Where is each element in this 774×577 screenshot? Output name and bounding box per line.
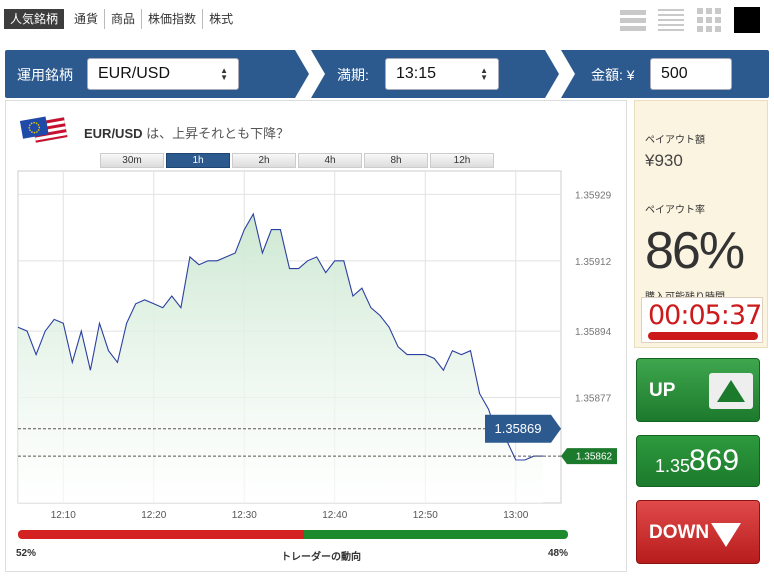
y-tick-label: 1.35929: [575, 190, 612, 201]
amount-label: 金額: ¥: [591, 67, 635, 83]
y-tick-label: 1.35877: [575, 394, 612, 405]
expiry-label: 満期:: [337, 67, 369, 83]
timeframe-8h[interactable]: 8h: [364, 153, 428, 168]
x-tick-label: 12:40: [322, 510, 347, 521]
sentiment-right-pct: 48%: [548, 548, 569, 559]
up-arrow-icon: [717, 380, 745, 402]
sentiment-label: トレーダーの動向: [281, 552, 361, 563]
compact-list-view-icon-glyph: [658, 9, 684, 31]
question-pair: EUR/USD: [84, 126, 143, 141]
up-button[interactable]: UP: [636, 358, 760, 422]
top-nav: 人気銘柄 通貨 商品 株価指数 株式: [0, 0, 774, 44]
down-button-label: DOWN: [649, 522, 710, 543]
wide-list-view-icon[interactable]: [620, 7, 646, 33]
tab-commodities[interactable]: 商品: [105, 9, 143, 29]
trade-toolbar: 運用銘柄 EUR/USD ▲ ▼ 満期: 13:15 ▲ ▼ 金額: ¥ 500: [5, 50, 769, 98]
y-tick-label: 1.35912: [575, 257, 612, 268]
payout-panel: ペイアウト額 ¥930 ペイアウト率 86% 購入可能残り時間 00:05:37: [634, 100, 768, 348]
y-tick-label: 1.35894: [575, 327, 612, 338]
chevron-right-icon: [295, 50, 325, 98]
x-tick-label: 12:20: [141, 510, 166, 521]
trader-sentiment-bar: [18, 530, 568, 539]
last-price-label: 1.35862: [576, 452, 613, 463]
expiry-select-value: 13:15: [396, 65, 437, 82]
compact-list-view-icon[interactable]: [658, 7, 684, 33]
up-arrow-box: [709, 373, 753, 409]
down-arrow-icon: [711, 523, 741, 547]
countdown-box: 00:05:37: [641, 297, 763, 343]
grid-view-icon-glyph: [697, 8, 721, 32]
select-arrows-icon: ▲ ▼: [220, 66, 228, 82]
x-tick-label: 12:10: [51, 510, 76, 521]
amount-input-value: 500: [661, 65, 688, 82]
direction-question: EUR/USD は、上昇それとも下降？: [84, 123, 289, 142]
tab-stocks[interactable]: 株式: [203, 9, 239, 29]
asset-select[interactable]: EUR/USD ▲ ▼: [87, 58, 239, 90]
down-arrow-box: [705, 515, 749, 551]
asset-label: 運用銘柄: [17, 67, 73, 83]
tab-popular[interactable]: 人気銘柄: [4, 9, 65, 29]
x-tick-label: 12:30: [232, 510, 257, 521]
grid-view-icon[interactable]: [696, 7, 722, 33]
price-prefix: 1.35: [655, 456, 691, 476]
sentiment-down-fill: [18, 530, 304, 539]
countdown-bar: [648, 332, 758, 340]
select-arrows-icon: ▲ ▼: [480, 66, 488, 82]
eu-us-flag-icon: [19, 116, 68, 143]
timeframe-30m[interactable]: 30m: [100, 153, 164, 168]
timeframe-2h[interactable]: 2h: [232, 153, 296, 168]
countdown-timer: 00:05:37: [648, 300, 762, 331]
payout-rate-label: ペイアウト率: [645, 205, 705, 216]
category-tabs: 人気銘柄 通貨 商品 株価指数 株式: [4, 9, 239, 29]
chart-panel: EUR/USD は、上昇それとも下降？ 30m 1h 2h 4h 8h 12h …: [5, 100, 627, 572]
question-text: は、上昇それとも下降？: [146, 126, 290, 141]
single-view-icon[interactable]: [734, 7, 760, 33]
payout-rate-value: 86%: [645, 222, 745, 280]
x-tick-label: 13:00: [503, 510, 528, 521]
wide-list-view-icon-glyph: [620, 10, 646, 31]
tab-indices[interactable]: 株価指数: [142, 9, 204, 29]
timeframe-buttons: 30m 1h 2h 4h 8h 12h: [100, 153, 496, 168]
chevron-right-icon: [545, 50, 575, 98]
payout-amount-label: ペイアウト額: [645, 135, 705, 146]
view-switcher: [620, 7, 760, 33]
timeframe-12h[interactable]: 12h: [430, 153, 494, 168]
down-button[interactable]: DOWN: [636, 500, 760, 564]
timeframe-1h[interactable]: 1h: [166, 153, 230, 168]
sentiment-up-fill: [304, 530, 568, 539]
payout-amount-value: ¥930: [645, 151, 683, 170]
amount-input[interactable]: 500: [650, 58, 732, 90]
sentiment-left-pct: 52%: [16, 548, 37, 559]
up-button-label: UP: [649, 380, 676, 401]
x-tick-label: 12:50: [413, 510, 438, 521]
timeframe-4h[interactable]: 4h: [298, 153, 362, 168]
current-price-label: 1.35869: [495, 421, 542, 436]
price-pips: 869: [689, 444, 740, 477]
asset-select-value: EUR/USD: [98, 65, 171, 82]
price-chart[interactable]: 12:10 12:20 12:30 12:40 12:50 13:00 1.35929 1.3…: [6, 169, 626, 529]
tab-currency[interactable]: 通貨: [68, 9, 106, 29]
binary-options-widget: 人気銘柄 通貨 商品 株価指数 株式 運用銘柄 EUR/USD ▲ ▼ 満期: …: [0, 0, 774, 577]
expiry-select[interactable]: 13:15 ▲ ▼: [385, 58, 499, 90]
current-price-display: 1.35 869: [636, 435, 760, 487]
